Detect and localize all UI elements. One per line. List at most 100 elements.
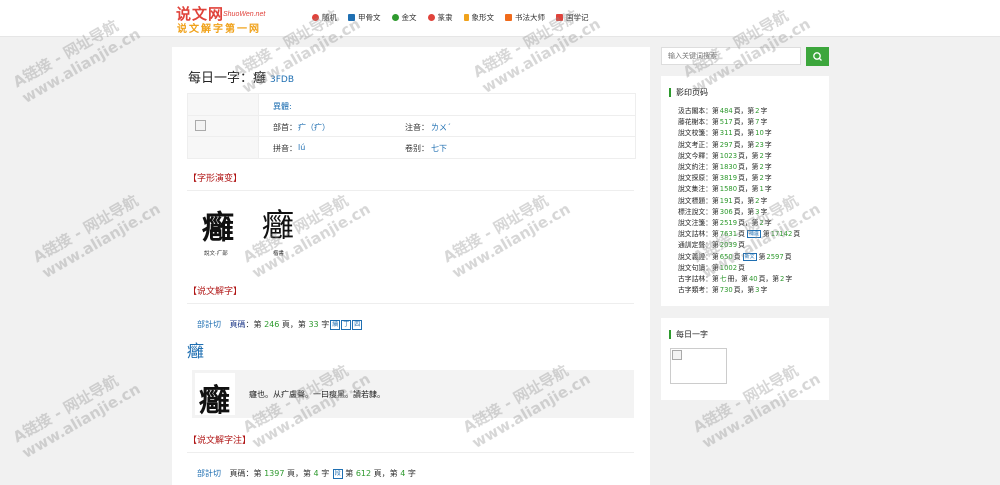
separator: ： — [705, 196, 712, 205]
seal-glyph-caption: 說文·疒部 — [204, 251, 228, 257]
page-number: 2 — [755, 107, 760, 115]
page-text: 第 — [711, 163, 719, 171]
ref-box-1[interactable]: 續 — [330, 319, 341, 330]
panel-title: 每日一字 — [669, 330, 708, 339]
page-number: 七 — [719, 275, 727, 283]
page-number: 191 — [719, 196, 733, 205]
page-text: 頁 — [733, 252, 741, 261]
seal-script-glyph: 癰 — [202, 208, 234, 246]
page-number: 1002 — [719, 263, 738, 272]
page-number: 2 — [759, 174, 764, 183]
page-number: 40 — [748, 275, 758, 283]
volume-value[interactable]: 七下 — [431, 143, 447, 154]
gear-icon — [391, 14, 399, 21]
nav-item-seal[interactable]: 篆隶 — [427, 12, 453, 23]
ref-box-duan[interactable]: 段 — [332, 468, 343, 479]
separator: ： — [705, 129, 712, 138]
definition-text: 癰也。从疒盧聲。一曰瘦黑。讀若隸。 — [249, 390, 385, 399]
index-number-2: 4 — [400, 469, 406, 478]
ref-box-3[interactable]: 四 — [352, 319, 363, 330]
page-text: 字 — [764, 163, 772, 171]
nav-label: 篆隶 — [437, 13, 453, 22]
seal-char-image: 癰 — [195, 373, 235, 419]
logo-domain-text: ShuoWen.net — [223, 11, 266, 18]
grid-icon — [505, 14, 512, 21]
page-text: 頁，第 — [738, 174, 759, 183]
separator: ： — [705, 286, 712, 295]
shuowen-page-line: 部計切 頁碼：第 246 頁，第 33 字續丁四 — [197, 319, 363, 330]
page-text: 第 — [711, 263, 719, 272]
supplement-tag[interactable]: 新文 — [742, 252, 757, 261]
title-char: 癰 — [253, 71, 267, 86]
page-text: 字 — [760, 286, 768, 295]
page-text: 字 — [407, 469, 416, 478]
watermark-line-2: www.alianjie.cn — [18, 24, 144, 107]
search-bar — [661, 47, 829, 67]
page-text: 頁，第 — [733, 207, 755, 216]
daily-char-image[interactable] — [670, 348, 727, 384]
book-name: 說文注箋 — [678, 219, 706, 227]
volume-label: 卷别： — [405, 144, 429, 153]
page-text: 頁 — [738, 263, 745, 272]
nav-item-bronze[interactable]: 金文 — [391, 12, 417, 23]
fanqie-link[interactable]: 部計切 — [197, 469, 221, 478]
search-button[interactable] — [806, 47, 829, 66]
nav-item-guoxue[interactable]: 国学记 — [556, 12, 589, 23]
zhuyin-value[interactable]: ㄌㄨˊ — [431, 122, 451, 133]
page-ref-row: 說文義證：第650頁 新文 第2597頁 — [678, 251, 791, 261]
pinyin-value[interactable]: lú — [298, 143, 305, 152]
supplement-tag[interactable]: 補遺 — [746, 230, 761, 239]
page-text: 頁，第 — [733, 140, 755, 149]
page-ref-row: 通訓定聲：第2039頁 — [678, 239, 745, 249]
page-text: 頁，第 — [758, 275, 780, 283]
char-info-table: 異體: 部首： 疒（疒） 注音： ㄌㄨˊ 拼音： lú 卷别： 七下 — [187, 93, 636, 159]
variant-label[interactable]: 異體: — [273, 101, 292, 112]
info-row-radical: 部首： 疒（疒） 注音： ㄌㄨˊ — [188, 115, 635, 137]
page-text: 第 — [711, 140, 719, 149]
nav-item-oracle[interactable]: 甲骨文 — [348, 12, 381, 23]
nav-label: 国学记 — [566, 13, 589, 22]
section-note-title: 【说文解字注】 — [188, 436, 252, 446]
page-text: 第 — [711, 129, 719, 138]
separator: ： — [705, 163, 712, 171]
nav-item-pictograph[interactable]: 象形文 — [463, 12, 494, 23]
page-text: 頁，第 — [738, 163, 759, 171]
watermark: A链接 - 网址导航 www.alianjie.cn — [30, 184, 163, 282]
book-name: 說文考正 — [678, 140, 706, 149]
page-ref-row: 藤花榭本：第517頁，第7字 — [678, 116, 767, 126]
page-text: 第 — [711, 118, 719, 127]
search-input[interactable] — [661, 47, 801, 65]
page-number: 2519 — [719, 219, 738, 227]
note-page-line: 部計切 頁碼：第 1397 頁，第 4 字 段 第 612 頁，第 4 字 — [197, 468, 416, 479]
radical-value[interactable]: 疒（疒） — [298, 122, 330, 133]
page-number: 17142 — [770, 230, 793, 239]
page-text: 頁，第 — [287, 469, 311, 478]
page-ref-row: 說文注箋：第2519頁，第2字 — [678, 217, 772, 227]
page-text: 第 — [711, 286, 719, 295]
page-text: ：第 — [245, 469, 262, 478]
site-logo[interactable]: 说文网 ShuoWen.net 说文解字第一网 — [176, 3, 286, 35]
book-name: 說文校箋 — [678, 129, 706, 138]
page-text: 第 — [711, 151, 719, 160]
watermark: A链接 - 网址导航 www.alianjie.cn — [10, 364, 143, 462]
nav-item-random[interactable]: 随机 — [312, 12, 337, 23]
page-ref-row: 標注說文：第306頁，第3字 — [678, 206, 767, 216]
page-number-2: 612 — [355, 469, 372, 478]
separator: ： — [705, 263, 712, 272]
book-name: 說文探原 — [678, 174, 706, 183]
ref-box-2[interactable]: 丁 — [341, 319, 352, 330]
watermark-line-2: www.alianjie.cn — [38, 199, 164, 282]
page-ref-row: 說文今釋：第1023頁，第2字 — [678, 150, 772, 160]
fanqie-link[interactable]: 部計切 — [197, 320, 221, 329]
page-text: 頁 — [784, 252, 792, 261]
main-nav: 随机 甲骨文 金文 篆隶 象形文 书法大师 国学记 — [312, 12, 600, 23]
divider — [187, 452, 634, 453]
nav-item-calligraphy[interactable]: 书法大师 — [505, 12, 545, 23]
daily-char-panel: 每日一字 — [661, 318, 829, 400]
book-name: 標注說文 — [678, 207, 706, 216]
unicode-code[interactable]: 3FDB — [270, 75, 294, 85]
page-text: 字 — [760, 196, 768, 205]
page-number: 517 — [719, 118, 733, 127]
panel-title: 影印页码 — [669, 88, 708, 97]
page-text: 字 — [785, 275, 793, 283]
